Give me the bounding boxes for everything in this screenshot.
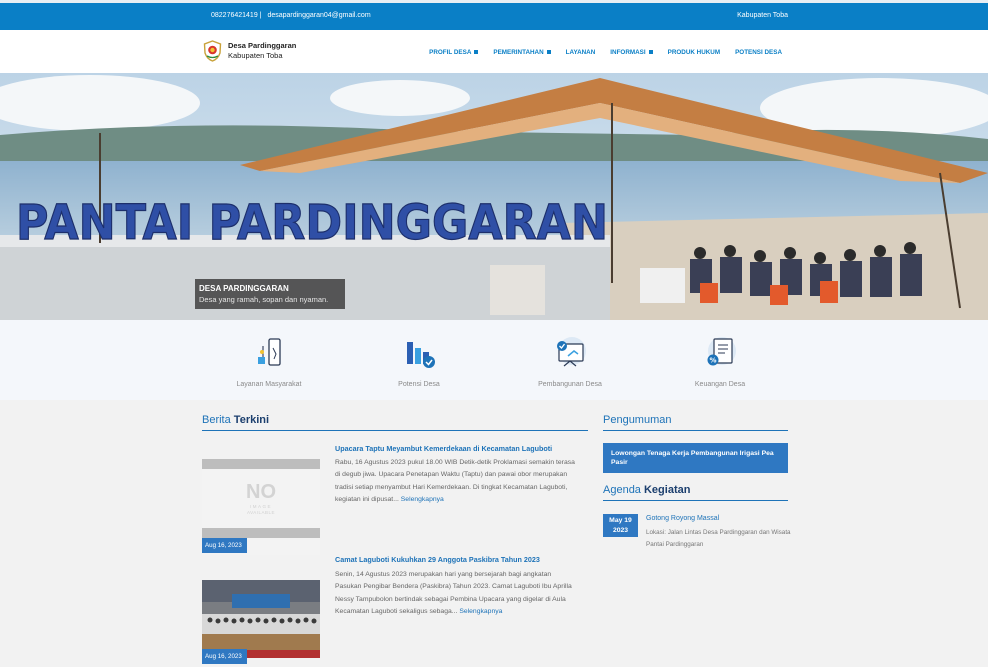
nav-pemerintahan[interactable]: PEMERINTAHAN: [493, 49, 551, 56]
nav-label: LAYANAN: [565, 49, 596, 56]
board-check-icon: [557, 337, 586, 367]
hero-caption: DESA PARDINGGARAN Desa yang ramah, sopan…: [195, 279, 345, 309]
news-title-light: Berita: [202, 414, 234, 426]
region-label: Kabupaten Toba: [737, 12, 788, 19]
brand[interactable]: Desa Pardinggaran Kabupaten Toba: [228, 41, 296, 60]
placeholder-band: [202, 528, 320, 538]
dropdown-icon: [648, 50, 653, 54]
phone-number[interactable]: 082276421419 |: [211, 12, 261, 19]
nav-layanan[interactable]: LAYANAN: [566, 49, 596, 56]
news-title-link[interactable]: Camat Laguboti Kukuhkan 29 Anggota Paski…: [335, 555, 540, 564]
agenda-title-light: Agenda: [603, 484, 644, 496]
read-more-link[interactable]: Selengkapnya: [401, 496, 444, 503]
news-title-divider: [202, 430, 588, 431]
email-address[interactable]: desapardinggaran04@gmail.com: [267, 12, 370, 19]
chart-check-icon: [407, 342, 435, 368]
main-nav: PROFIL DESA PEMERINTAHAN LAYANAN INFORMA…: [429, 49, 782, 56]
nav-profil-desa[interactable]: PROFIL DESA: [429, 49, 479, 56]
svg-text:%: %: [709, 357, 716, 365]
nav-label: PEMERINTAHAN: [493, 49, 544, 56]
nav-potensi-desa[interactable]: POTENSI DESA: [735, 49, 782, 56]
service-pembangunan-desa[interactable]: Pembangunan Desa: [515, 334, 625, 388]
news-item: NO IMAGE AVAILABLE Aug 16, 2023 Upacara …: [202, 440, 588, 555]
brand-subtitle: Kabupaten Toba: [228, 50, 283, 60]
hero-caption-title: DESA PARDINGGARAN: [199, 284, 289, 293]
hero-sign-text: PANTAI PARDINGGARAN: [16, 195, 608, 251]
service-keuangan-desa[interactable]: % Keuangan Desa: [665, 334, 775, 388]
agenda-year: 2023: [612, 526, 629, 534]
no-image-subtext: AVAILABLE: [246, 510, 276, 515]
nav-informasi[interactable]: INFORMASI: [610, 49, 653, 56]
news-title-bold: Terkini: [233, 414, 270, 426]
no-image-subtext: IMAGE: [249, 504, 272, 509]
contact-info: 082276421419 | desapardinggaran04@gmail.…: [211, 12, 375, 19]
agenda-day: May 19: [609, 517, 632, 524]
nav-label: INFORMASI: [610, 49, 646, 56]
service-potensi-desa[interactable]: Potensi Desa: [364, 334, 474, 388]
agenda-date-badge: May 19 2023: [603, 514, 638, 537]
news-section-title: Berita Terkini: [202, 414, 269, 426]
nav-label: PROFIL DESA: [429, 49, 472, 56]
service-label: Layanan Masyarakat: [236, 381, 302, 388]
announcement-section-title: Pengumuman: [603, 414, 672, 426]
read-more-link[interactable]: Selengkapnya: [459, 608, 502, 615]
service-label: Pembangunan Desa: [538, 381, 602, 388]
hero-slider[interactable]: PANTAI PARDINGGARAN: [0, 73, 988, 320]
announcement-item[interactable]: Lowongan Tenaga Kerja Pembangunan Irigas…: [603, 443, 788, 473]
service-label: Keuangan Desa: [694, 381, 746, 388]
agenda-title-bold: Kegiatan: [643, 484, 691, 496]
service-label: Potensi Desa: [398, 381, 440, 388]
dropdown-icon: [474, 50, 479, 54]
hero-caption-subtitle: Desa yang ramah, sopan dan nyaman.: [199, 295, 329, 304]
hero-image: PANTAI PARDINGGARAN: [0, 73, 988, 320]
news-excerpt-text: Rabu, 16 Agustus 2023 pukul 18.00 WIB De…: [335, 459, 575, 503]
phone-service-icon: [258, 338, 281, 366]
nav-label: POTENSI DESA: [735, 49, 782, 56]
nav-produk-hukum[interactable]: PRODUK HUKUM: [668, 49, 720, 56]
service-layanan-masyarakat[interactable]: Layanan Masyarakat: [214, 334, 324, 388]
news-item: Aug 16, 2023 Camat Laguboti Kukuhkan 29 …: [202, 553, 588, 667]
services-bar: Layanan Masyarakat Potensi Desa Pembangu…: [0, 320, 988, 400]
finance-document-icon: %: [707, 337, 736, 366]
agenda-location: Lokasi: Jalan Lintas Desa Pardinggaran d…: [646, 529, 791, 548]
agenda-divider: [603, 500, 788, 501]
announcement-divider: [603, 430, 788, 431]
nav-label: PRODUK HUKUM: [667, 49, 721, 56]
news-date-badge: Aug 16, 2023: [202, 538, 247, 553]
news-excerpt-text: Senin, 14 Agustus 2023 merupakan hari ya…: [335, 571, 572, 615]
placeholder-band: [202, 459, 320, 469]
news-excerpt: Senin, 14 Agustus 2023 merupakan hari ya…: [335, 569, 579, 618]
agenda-title-link[interactable]: Gotong Royong Massal: [646, 515, 719, 522]
village-emblem-icon[interactable]: [203, 40, 222, 62]
brand-name: Desa Pardinggaran: [228, 41, 297, 50]
dropdown-icon: [546, 50, 551, 54]
site-header: Desa Pardinggaran Kabupaten Toba PROFIL …: [0, 30, 988, 73]
no-image-text: NO: [246, 481, 276, 503]
agenda-section-title: Agenda Kegiatan: [603, 484, 690, 496]
news-date-badge: Aug 16, 2023: [202, 649, 247, 664]
news-excerpt: Rabu, 16 Agustus 2023 pukul 18.00 WIB De…: [335, 457, 579, 506]
top-bar: 082276421419 | desapardinggaran04@gmail.…: [0, 0, 988, 30]
news-title-link[interactable]: Upacara Taptu Meyambut Kemerdekaan di Ke…: [335, 444, 552, 453]
